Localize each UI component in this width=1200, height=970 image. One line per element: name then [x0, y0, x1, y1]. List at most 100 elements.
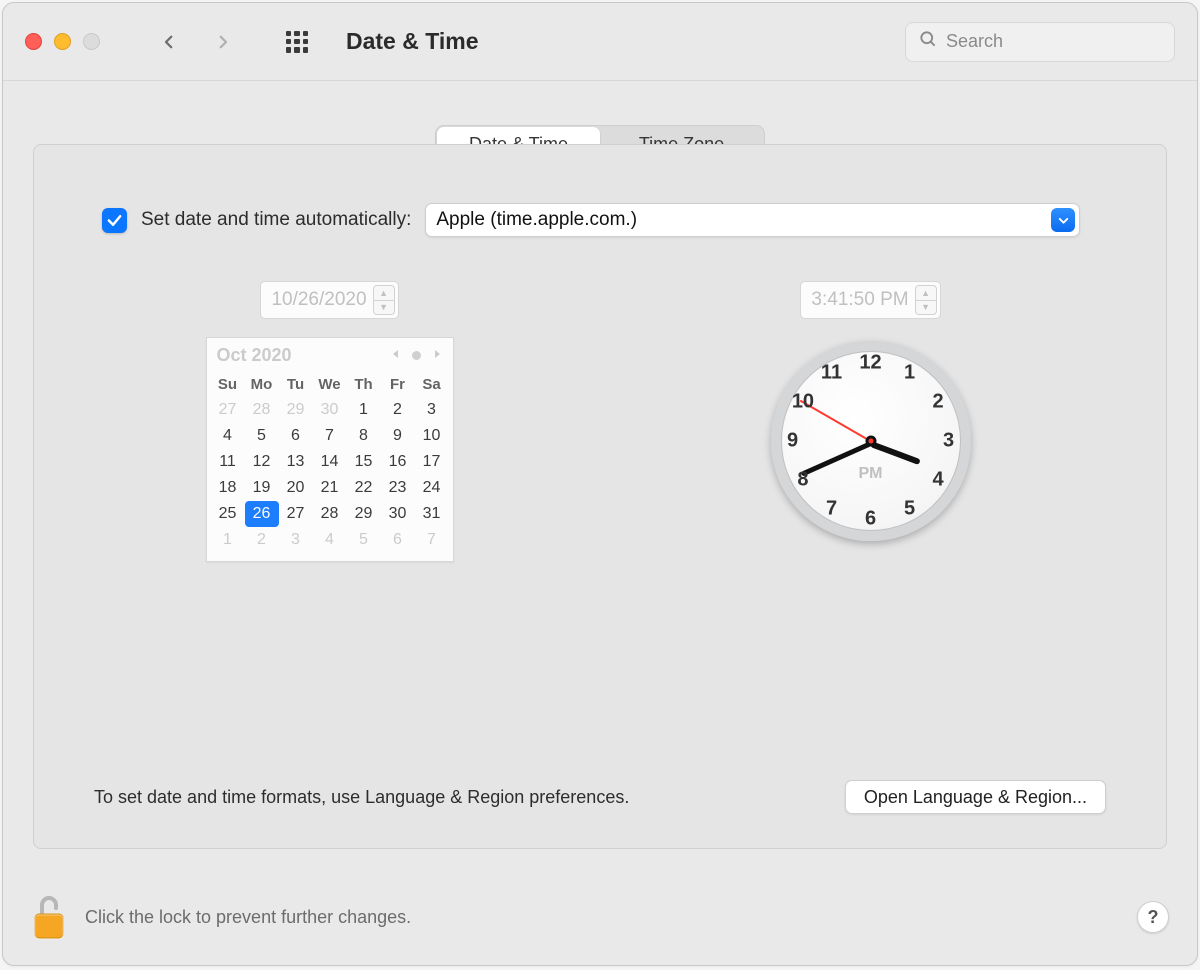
- calendar-day[interactable]: 9: [381, 423, 415, 449]
- calendar-day[interactable]: 6: [381, 527, 415, 553]
- stepper-down-icon[interactable]: ▼: [915, 301, 937, 316]
- close-window-button[interactable]: [25, 33, 42, 50]
- calendar-day[interactable]: 21: [313, 475, 347, 501]
- calendar-day[interactable]: 30: [381, 501, 415, 527]
- calendar-day[interactable]: 12: [245, 449, 279, 475]
- clock-numeral: 8: [797, 469, 808, 492]
- calendar-day[interactable]: 5: [347, 527, 381, 553]
- date-column: 10/26/2020 ▲ ▼ Oct 2020: [104, 281, 555, 562]
- calendar-next-icon[interactable]: [431, 347, 443, 365]
- calendar-day[interactable]: 14: [313, 449, 347, 475]
- clock-period-label: PM: [859, 465, 883, 483]
- calendar-grid: SuMoTuWeThFrSa27282930123456789101112131…: [207, 370, 453, 561]
- chevron-down-icon: [1051, 208, 1075, 232]
- calendar-day[interactable]: 2: [245, 527, 279, 553]
- zoom-window-button: [83, 33, 100, 50]
- set-automatically-label: Set date and time automatically:: [141, 209, 411, 231]
- calendar-day[interactable]: 10: [415, 423, 449, 449]
- back-button[interactable]: [160, 33, 178, 51]
- analog-clock: PM 121234567891011: [771, 341, 971, 541]
- window-footer: Click the lock to prevent further change…: [3, 869, 1197, 965]
- time-field-value: 3:41:50 PM: [811, 289, 908, 311]
- show-all-icon[interactable]: [286, 31, 308, 53]
- calendar-day[interactable]: 20: [279, 475, 313, 501]
- calendar-day[interactable]: 1: [211, 527, 245, 553]
- calendar-day[interactable]: 29: [347, 501, 381, 527]
- calendar-day[interactable]: 24: [415, 475, 449, 501]
- calendar-day[interactable]: 15: [347, 449, 381, 475]
- calendar-day[interactable]: 27: [211, 397, 245, 423]
- calendar-month-label: Oct 2020: [217, 345, 292, 366]
- date-stepper[interactable]: ▲ ▼: [373, 285, 395, 315]
- calendar-day[interactable]: 27: [279, 501, 313, 527]
- calendar-dow: Fr: [381, 372, 415, 397]
- set-automatically-checkbox[interactable]: [102, 208, 127, 233]
- calendar-dow: Th: [347, 372, 381, 397]
- clock-hour-hand: [869, 441, 920, 465]
- open-language-region-button[interactable]: Open Language & Region...: [845, 780, 1106, 814]
- stepper-up-icon[interactable]: ▲: [915, 285, 937, 301]
- time-stepper[interactable]: ▲ ▼: [915, 285, 937, 315]
- lock-message: Click the lock to prevent further change…: [85, 907, 411, 928]
- content-area: Date & Time Time Zone Set date and time …: [3, 81, 1197, 869]
- calendar-day[interactable]: 31: [415, 501, 449, 527]
- calendar-day[interactable]: 6: [279, 423, 313, 449]
- time-column: 3:41:50 PM ▲ ▼ PM 121234: [645, 281, 1096, 562]
- calendar-day[interactable]: 19: [245, 475, 279, 501]
- calendar-day[interactable]: 3: [415, 397, 449, 423]
- lock-icon[interactable]: [31, 894, 67, 940]
- calendar-day[interactable]: 4: [211, 423, 245, 449]
- clock-numeral: 5: [904, 497, 915, 520]
- minimize-window-button[interactable]: [54, 33, 71, 50]
- set-automatically-row: Set date and time automatically: Apple (…: [102, 203, 1080, 237]
- calendar-day[interactable]: 13: [279, 449, 313, 475]
- calendar-header: Oct 2020: [207, 338, 453, 370]
- date-field[interactable]: 10/26/2020 ▲ ▼: [260, 281, 398, 319]
- calendar-day[interactable]: 4: [313, 527, 347, 553]
- calendar-day[interactable]: 7: [415, 527, 449, 553]
- time-field[interactable]: 3:41:50 PM ▲ ▼: [800, 281, 940, 319]
- calendar-day[interactable]: 11: [211, 449, 245, 475]
- search-field[interactable]: Search: [905, 22, 1175, 62]
- search-placeholder: Search: [946, 31, 1003, 52]
- calendar-day[interactable]: 1: [347, 397, 381, 423]
- calendar-day[interactable]: 29: [279, 397, 313, 423]
- window-title: Date & Time: [346, 28, 479, 55]
- calendar-day[interactable]: 3: [279, 527, 313, 553]
- stepper-up-icon[interactable]: ▲: [373, 285, 395, 301]
- calendar-day[interactable]: 26: [245, 501, 279, 527]
- calendar-today-icon[interactable]: [412, 351, 421, 360]
- forward-button[interactable]: [214, 33, 232, 51]
- date-time-panel: Set date and time automatically: Apple (…: [33, 144, 1167, 849]
- stepper-down-icon[interactable]: ▼: [373, 301, 395, 316]
- calendar-day[interactable]: 7: [313, 423, 347, 449]
- calendar-prev-icon[interactable]: [390, 347, 402, 365]
- clock-pivot: [865, 436, 876, 447]
- calendar-day[interactable]: 8: [347, 423, 381, 449]
- calendar-day[interactable]: 16: [381, 449, 415, 475]
- toolbar-nav: [160, 33, 232, 51]
- calendar-day[interactable]: 28: [313, 501, 347, 527]
- calendar-dow: Mo: [245, 372, 279, 397]
- search-icon: [918, 29, 938, 54]
- clock-numeral: 2: [932, 391, 943, 414]
- calendar-day[interactable]: 22: [347, 475, 381, 501]
- calendar-day[interactable]: 28: [245, 397, 279, 423]
- calendar[interactable]: Oct 2020 SuMoTuWeThFrSa27282930123456789…: [206, 337, 454, 562]
- calendar-day[interactable]: 25: [211, 501, 245, 527]
- clock-numeral: 3: [943, 430, 954, 453]
- clock-numeral: 6: [865, 508, 876, 531]
- window-controls: [25, 33, 100, 50]
- calendar-day[interactable]: 30: [313, 397, 347, 423]
- calendar-day[interactable]: 5: [245, 423, 279, 449]
- calendar-day[interactable]: 23: [381, 475, 415, 501]
- clock-numeral: 12: [859, 352, 881, 375]
- time-server-value: Apple (time.apple.com.): [436, 209, 637, 231]
- preferences-window: Date & Time Search Date & Time Time Zone…: [2, 2, 1198, 966]
- time-server-combobox[interactable]: Apple (time.apple.com.): [425, 203, 1080, 237]
- calendar-day[interactable]: 2: [381, 397, 415, 423]
- calendar-day[interactable]: 18: [211, 475, 245, 501]
- calendar-dow: Su: [211, 372, 245, 397]
- calendar-day[interactable]: 17: [415, 449, 449, 475]
- help-button[interactable]: ?: [1137, 901, 1169, 933]
